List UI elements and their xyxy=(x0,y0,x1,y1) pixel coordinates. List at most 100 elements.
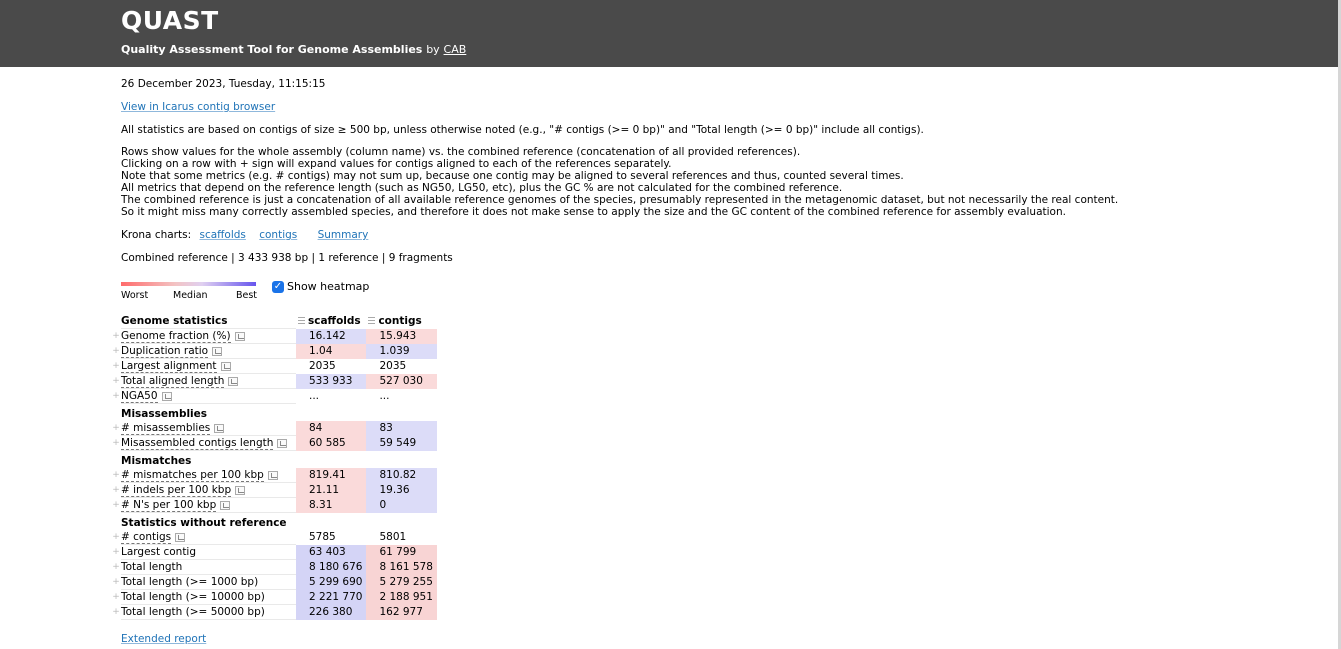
value-cell: 8 161 578 xyxy=(366,559,437,575)
metric-name: Total aligned length xyxy=(121,375,225,388)
value-cell: 8.31 xyxy=(296,497,367,513)
show-heatmap-label: Show heatmap xyxy=(287,280,370,293)
metric-name: Total length (>= 50000 bp) xyxy=(121,606,265,618)
metric-name: # misassemblies xyxy=(121,422,211,435)
metric-name: Genome fraction (%) xyxy=(121,330,231,343)
table-row[interactable]: + Total length (>= 1000 bp) 5 299 690 5 279… xyxy=(111,574,437,590)
subtitle-text: Quality Assessment Tool for Genome Assem… xyxy=(121,43,423,56)
plot-icon[interactable] xyxy=(161,391,172,401)
drag-grip-icon[interactable] xyxy=(298,317,305,326)
drag-grip-icon[interactable] xyxy=(368,317,376,326)
plot-icon[interactable] xyxy=(220,500,231,510)
table-row[interactable]: + Total length 8 180 676 8 161 578 xyxy=(111,559,437,575)
value-cell: 2 221 770 xyxy=(296,589,367,605)
column-header-contigs[interactable]: contigs xyxy=(366,314,436,329)
value-cell: 15.943 xyxy=(366,328,437,344)
table-row[interactable]: + # indels per 100 kbp 21.11 19.36 xyxy=(111,482,437,498)
section-title: Statistics without reference xyxy=(121,517,287,529)
table-row[interactable]: + Largest alignment 2035 2035 xyxy=(111,358,437,374)
table-row[interactable]: + # misassemblies 84 83 xyxy=(111,421,437,436)
plot-icon[interactable] xyxy=(228,376,239,386)
value-cell: 61 799 xyxy=(366,544,437,560)
expand-plus-icon[interactable]: + xyxy=(111,605,121,620)
expand-plus-icon[interactable]: + xyxy=(111,468,121,483)
value-cell: 63 403 xyxy=(296,544,367,560)
column-header-scaffolds[interactable]: scaffolds xyxy=(296,314,366,329)
table-row[interactable]: + # contigs 5785 5801 xyxy=(111,530,437,545)
table-row[interactable]: + Total length (>= 50000 bp) 226 380 162 97… xyxy=(111,604,437,620)
page-header: QUAST Quality Assessment Tool for Genome… xyxy=(0,0,1341,67)
expand-plus-icon[interactable]: + xyxy=(111,329,121,344)
note-line: Rows show values for the whole assembly … xyxy=(121,146,801,158)
value-cell: 5 279 255 xyxy=(366,574,437,590)
expand-plus-icon[interactable]: + xyxy=(111,344,121,359)
table-row[interactable]: + Duplication ratio 1.04 1.039 xyxy=(111,343,437,359)
value-cell: 810.82 xyxy=(366,468,437,483)
expand-plus-icon[interactable]: + xyxy=(111,498,121,513)
expand-plus-icon[interactable]: + xyxy=(111,421,121,436)
value-cell: 533 933 xyxy=(296,373,367,389)
plot-icon[interactable] xyxy=(234,331,245,341)
plot-icon[interactable] xyxy=(235,485,246,495)
value-cell: 2035 xyxy=(309,360,336,372)
value-cell: 5801 xyxy=(379,531,407,544)
value-cell: 2035 xyxy=(379,360,407,372)
metric-name: # N's per 100 kbp xyxy=(121,499,217,512)
metric-name: Largest contig xyxy=(121,546,197,558)
krona-summary-link[interactable]: Summary xyxy=(318,229,369,241)
metric-name: NGA50 xyxy=(121,390,158,403)
expand-plus-icon[interactable]: + xyxy=(111,389,121,404)
subtitle-by: by xyxy=(426,43,440,56)
krona-contigs-link[interactable]: contigs xyxy=(259,229,297,241)
expand-plus-icon[interactable]: + xyxy=(111,436,121,451)
value-cell: 21.11 xyxy=(296,482,367,498)
expand-plus-icon[interactable]: + xyxy=(111,359,121,374)
expand-plus-icon[interactable]: + xyxy=(111,483,121,498)
note-line: All metrics that depend on the reference… xyxy=(121,182,843,194)
combined-reference-info: Combined reference | 3 433 938 bp | 1 re… xyxy=(121,252,453,264)
author-link[interactable]: CAB xyxy=(444,43,467,56)
value-cell: 1.039 xyxy=(366,343,437,359)
krona-scaffolds-link[interactable]: scaffolds xyxy=(199,229,245,241)
section-title: Genome statistics xyxy=(121,314,296,329)
value-cell: 83 xyxy=(366,421,437,436)
icarus-link[interactable]: View in Icarus contig browser xyxy=(121,101,275,113)
table-row[interactable]: + Genome fraction (%) 16.142 15.943 xyxy=(111,328,437,344)
value-cell: 5785 xyxy=(309,531,336,544)
note-line: So it might miss many correctly assemble… xyxy=(121,206,1066,218)
expand-plus-icon[interactable]: + xyxy=(111,530,121,545)
metric-name: # mismatches per 100 kbp xyxy=(121,469,264,482)
plot-icon[interactable] xyxy=(212,346,223,356)
expand-plus-icon[interactable]: + xyxy=(111,545,121,560)
table-row[interactable]: + Total aligned length 533 933 527 030 xyxy=(111,373,437,389)
value-cell: 0 xyxy=(366,497,437,513)
expand-plus-icon[interactable]: + xyxy=(111,575,121,590)
show-heatmap-toggle[interactable]: ✓ Show heatmap xyxy=(272,280,369,293)
note-line: Clicking on a row with + sign will expan… xyxy=(121,158,672,170)
expand-plus-icon[interactable]: + xyxy=(111,590,121,605)
stats-table: Genome statistics scaffolds contigs + Gen… xyxy=(111,314,437,620)
expand-plus-icon[interactable]: + xyxy=(111,560,121,575)
table-row[interactable]: + Largest contig 63 403 61 799 xyxy=(111,544,437,560)
section-title: Mismatches xyxy=(121,455,192,467)
checkbox-checked-icon[interactable]: ✓ xyxy=(272,280,284,293)
table-row[interactable]: + NGA50...... xyxy=(111,388,437,404)
heatmap-best-label: Best xyxy=(236,290,258,301)
plot-icon[interactable] xyxy=(175,532,186,542)
heatmap-worst-label: Worst xyxy=(121,290,149,301)
table-row[interactable]: + Misassembled contigs length 60 585 59 549 xyxy=(111,435,437,451)
plot-icon[interactable] xyxy=(214,423,225,433)
extended-report-link[interactable]: Extended report xyxy=(121,633,206,645)
table-row[interactable]: + # mismatches per 100 kbp 819.41 810.82 xyxy=(111,468,437,483)
plot-icon[interactable] xyxy=(267,470,278,480)
table-row[interactable]: + Total length (>= 10000 bp) 2 221 770 2 18… xyxy=(111,589,437,605)
value-cell: 226 380 xyxy=(296,604,367,620)
table-row[interactable]: + # N's per 100 kbp 8.31 0 xyxy=(111,497,437,513)
metric-name: Misassembled contigs length xyxy=(121,437,274,450)
expand-plus-icon[interactable]: + xyxy=(111,374,121,389)
heatmap-median-label: Median xyxy=(173,290,208,301)
plot-icon[interactable] xyxy=(220,361,231,371)
note-line: Note that some metrics (e.g. # contigs) … xyxy=(121,170,904,182)
plot-icon[interactable] xyxy=(277,438,288,448)
table-header-row: Genome statistics scaffolds contigs xyxy=(111,314,437,329)
